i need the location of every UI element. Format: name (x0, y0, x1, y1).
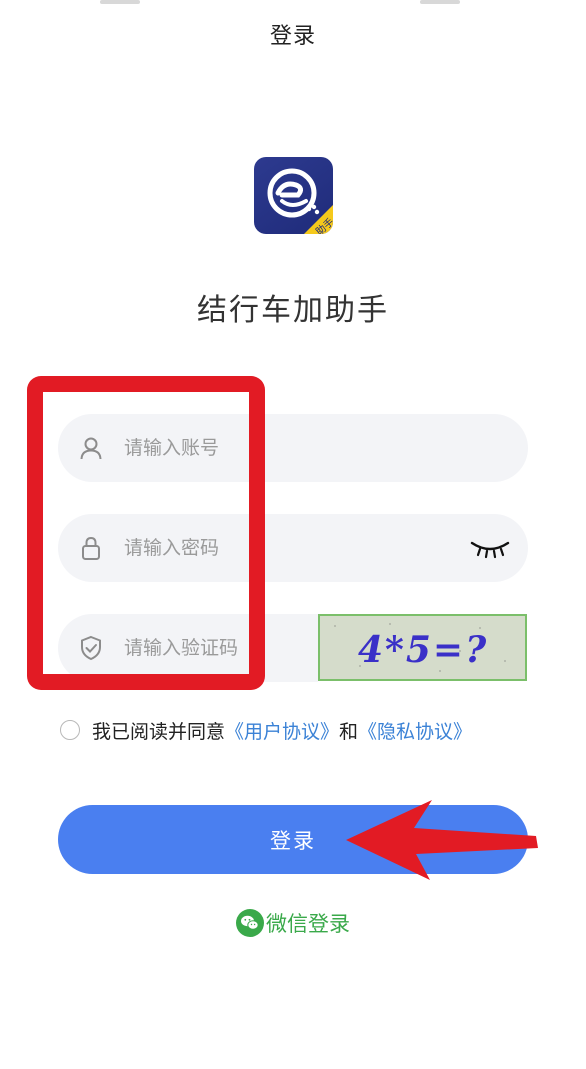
account-field[interactable] (58, 414, 528, 482)
wechat-icon (236, 909, 264, 937)
wechat-login-label: 微信登录 (266, 912, 350, 936)
status-bar-fragment (420, 0, 460, 4)
password-input[interactable] (124, 514, 384, 582)
user-agreement-link[interactable]: 《用户协议》 (225, 717, 339, 744)
password-field[interactable] (58, 514, 528, 582)
app-logo: 助手 (254, 157, 333, 234)
login-button[interactable]: 登录 (58, 805, 528, 874)
captcha-image[interactable]: 4*5=? (318, 614, 527, 681)
status-bar-fragment (100, 0, 140, 4)
captcha-field[interactable] (58, 614, 318, 682)
user-icon (78, 435, 104, 461)
shield-check-icon (78, 635, 104, 661)
wechat-login-link[interactable]: 微信登录 (0, 908, 586, 938)
privacy-policy-link[interactable]: 《隐私协议》 (358, 717, 472, 744)
lock-icon (78, 535, 104, 561)
eye-closed-icon[interactable] (470, 538, 510, 560)
app-name: 结行车加助手 (197, 293, 389, 328)
agreement-row: 我已阅读并同意 《用户协议》 和 《隐私协议》 (58, 715, 472, 745)
agreement-prefix: 我已阅读并同意 (92, 720, 226, 743)
account-input[interactable] (124, 414, 384, 482)
captcha-text: 4*5=? (358, 629, 488, 671)
agreement-and: 和 (339, 720, 359, 743)
agreement-checkbox[interactable] (60, 720, 80, 740)
captcha-input[interactable] (124, 614, 314, 682)
page-title: 登录 (269, 24, 316, 49)
app-logo-graphic: 助手 (267, 168, 333, 234)
